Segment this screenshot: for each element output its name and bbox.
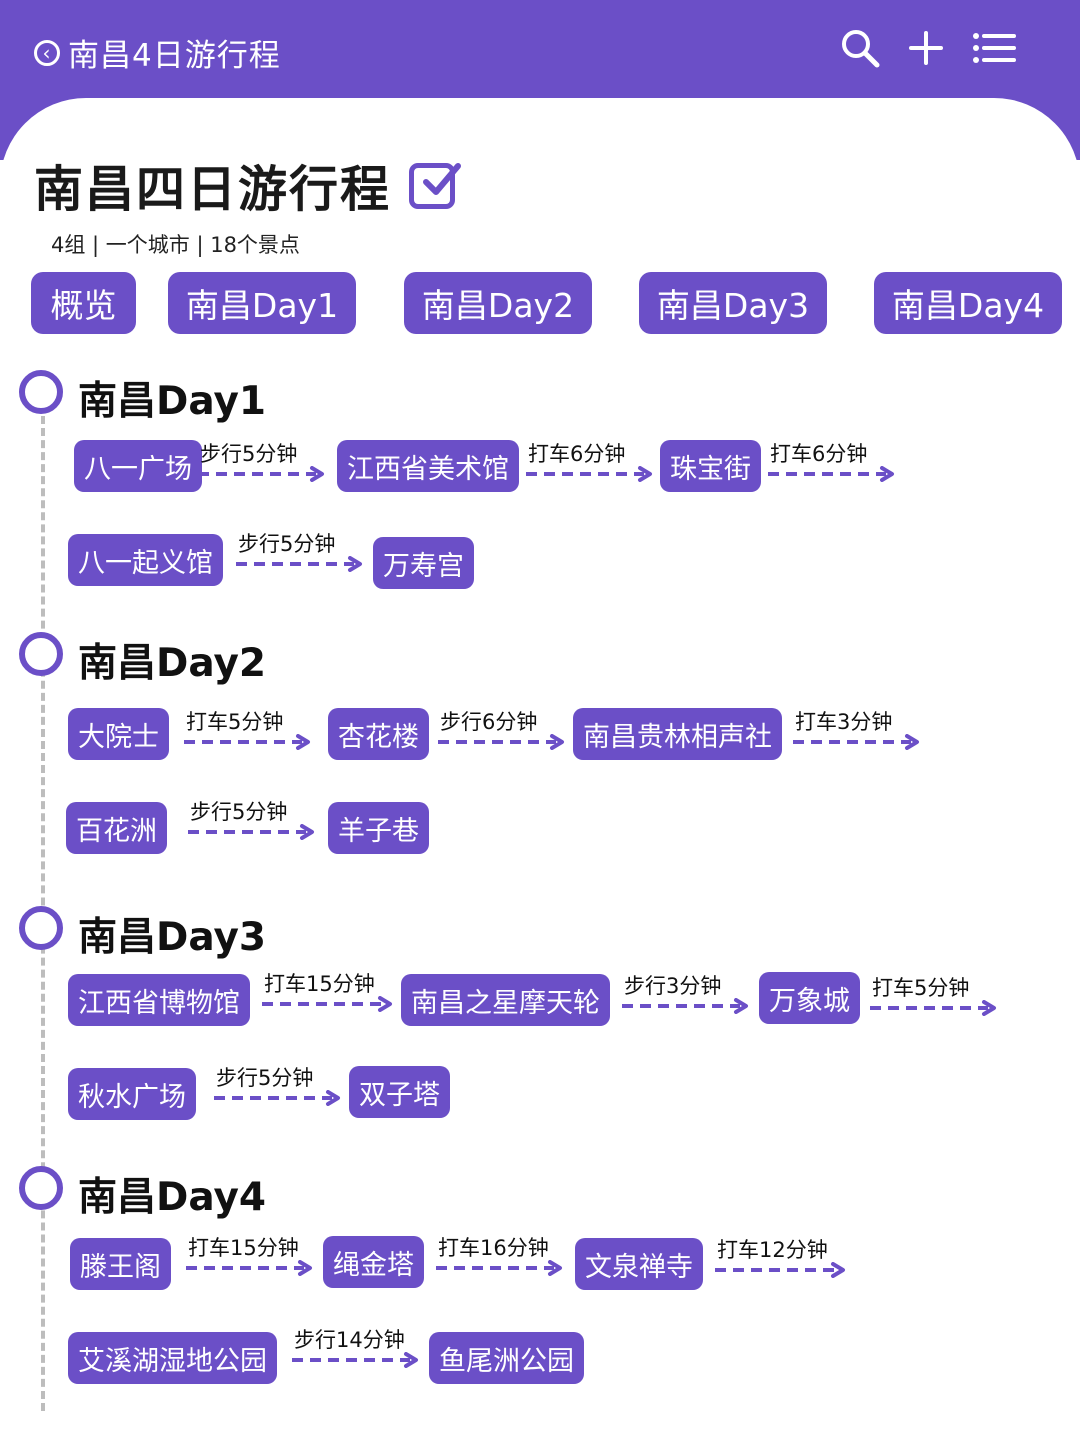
arrow-icon bbox=[188, 824, 314, 840]
route-label: 打车6分钟 bbox=[528, 442, 626, 466]
route-label: 打车12分钟 bbox=[717, 1238, 828, 1262]
tab-overview[interactable]: 概览 bbox=[31, 272, 136, 334]
route-label: 步行3分钟 bbox=[624, 974, 722, 998]
place-chip[interactable]: 艾溪湖湿地公园 bbox=[68, 1332, 277, 1384]
route-connector: 打车3分钟 bbox=[793, 710, 923, 758]
place-chip[interactable]: 双子塔 bbox=[349, 1066, 450, 1118]
route-label: 步行5分钟 bbox=[216, 1066, 314, 1090]
back-button[interactable]: ‹ 南昌4日游行程 bbox=[34, 30, 281, 75]
route-label: 步行5分钟 bbox=[200, 442, 298, 466]
itinerary-stats: 4组 | 一个城市 | 18个景点 bbox=[51, 233, 300, 257]
route-connector: 打车6分钟 bbox=[768, 442, 898, 490]
place-chip[interactable]: 八一起义馆 bbox=[68, 534, 223, 586]
route-label: 步行14分钟 bbox=[294, 1328, 405, 1352]
search-icon[interactable] bbox=[840, 28, 880, 68]
arrow-icon bbox=[236, 556, 362, 572]
place-chip[interactable]: 南昌贵林相声社 bbox=[573, 708, 782, 760]
place-chip[interactable]: 八一广场 bbox=[74, 440, 202, 492]
arrow-icon bbox=[262, 996, 392, 1012]
route-connector: 打车16分钟 bbox=[436, 1236, 566, 1284]
place-chip[interactable]: 百花洲 bbox=[66, 802, 167, 854]
day1-title: 南昌Day1 bbox=[78, 379, 267, 424]
route-label: 打车15分钟 bbox=[264, 972, 375, 996]
place-chip[interactable]: 江西省美术馆 bbox=[337, 440, 519, 492]
header-title: 南昌4日游行程 bbox=[68, 38, 281, 74]
route-connector: 打车5分钟 bbox=[870, 976, 1000, 1024]
place-chip[interactable]: 秋水广场 bbox=[68, 1068, 196, 1120]
place-chip[interactable]: 羊子巷 bbox=[328, 802, 429, 854]
day2-marker bbox=[19, 632, 63, 676]
route-connector: 步行5分钟 bbox=[236, 532, 366, 580]
route-connector: 打车15分钟 bbox=[262, 972, 396, 1020]
day1-marker bbox=[19, 370, 63, 414]
place-chip[interactable]: 江西省博物馆 bbox=[68, 974, 250, 1026]
route-connector: 打车6分钟 bbox=[526, 442, 656, 490]
route-connector: 步行5分钟 bbox=[188, 800, 318, 848]
arrow-icon bbox=[438, 734, 564, 750]
route-connector: 打车5分钟 bbox=[184, 710, 314, 758]
arrow-icon bbox=[870, 1000, 996, 1016]
route-connector: 步行6分钟 bbox=[438, 710, 568, 758]
route-label: 步行5分钟 bbox=[238, 532, 336, 556]
day2-title: 南昌Day2 bbox=[78, 641, 267, 686]
arrow-icon bbox=[793, 734, 919, 750]
arrow-icon bbox=[526, 466, 652, 482]
place-chip[interactable]: 绳金塔 bbox=[323, 1236, 424, 1288]
place-chip[interactable]: 滕王阁 bbox=[70, 1238, 171, 1290]
route-label: 打车16分钟 bbox=[438, 1236, 549, 1260]
route-connector: 步行5分钟 bbox=[214, 1066, 344, 1114]
place-chip[interactable]: 万象城 bbox=[759, 972, 860, 1024]
arrow-icon bbox=[768, 466, 894, 482]
arrow-icon bbox=[622, 998, 748, 1014]
arrow-icon bbox=[715, 1262, 845, 1278]
back-icon: ‹ bbox=[34, 39, 60, 66]
day4-marker bbox=[19, 1166, 63, 1210]
route-connector: 步行14分钟 bbox=[292, 1328, 422, 1376]
arrow-icon bbox=[292, 1352, 418, 1368]
tab-day1[interactable]: 南昌Day1 bbox=[168, 272, 356, 334]
route-connector: 步行5分钟 bbox=[198, 442, 328, 490]
place-chip[interactable]: 南昌之星摩天轮 bbox=[401, 974, 610, 1026]
tab-day2[interactable]: 南昌Day2 bbox=[404, 272, 592, 334]
day4-title: 南昌Day4 bbox=[78, 1175, 267, 1220]
arrow-icon bbox=[186, 1260, 312, 1276]
add-icon[interactable] bbox=[908, 30, 944, 66]
place-chip[interactable]: 万寿宫 bbox=[373, 537, 474, 589]
place-chip[interactable]: 珠宝街 bbox=[660, 440, 761, 492]
route-label: 打车3分钟 bbox=[795, 710, 893, 734]
place-chip[interactable]: 大院士 bbox=[68, 708, 169, 760]
checkbox-icon bbox=[409, 162, 462, 209]
route-label: 打车15分钟 bbox=[188, 1236, 299, 1260]
route-label: 步行5分钟 bbox=[190, 800, 288, 824]
page-title: 南昌四日游行程 bbox=[34, 150, 462, 221]
place-chip[interactable]: 鱼尾洲公园 bbox=[429, 1332, 584, 1384]
route-label: 打车5分钟 bbox=[872, 976, 970, 1000]
day3-title: 南昌Day3 bbox=[78, 915, 267, 960]
route-label: 打车5分钟 bbox=[186, 710, 284, 734]
route-label: 打车6分钟 bbox=[770, 442, 868, 466]
arrow-icon bbox=[198, 466, 324, 482]
tab-day3[interactable]: 南昌Day3 bbox=[639, 272, 827, 334]
arrow-icon bbox=[184, 734, 310, 750]
place-chip[interactable]: 杏花楼 bbox=[328, 708, 429, 760]
day-tabs: 概览 南昌Day1 南昌Day2 南昌Day3 南昌Day4 bbox=[31, 272, 1071, 336]
page-title-text: 南昌四日游行程 bbox=[34, 161, 392, 218]
place-chip[interactable]: 文泉禅寺 bbox=[575, 1238, 703, 1290]
route-connector: 步行3分钟 bbox=[622, 974, 752, 1022]
tab-day4[interactable]: 南昌Day4 bbox=[874, 272, 1062, 334]
day3-marker bbox=[19, 906, 63, 950]
arrow-icon bbox=[214, 1090, 340, 1106]
menu-list-icon[interactable] bbox=[972, 31, 1016, 65]
route-connector: 打车15分钟 bbox=[186, 1236, 316, 1284]
route-label: 步行6分钟 bbox=[440, 710, 538, 734]
route-connector: 打车12分钟 bbox=[715, 1238, 849, 1286]
header-actions bbox=[840, 28, 1016, 68]
arrow-icon bbox=[436, 1260, 562, 1276]
